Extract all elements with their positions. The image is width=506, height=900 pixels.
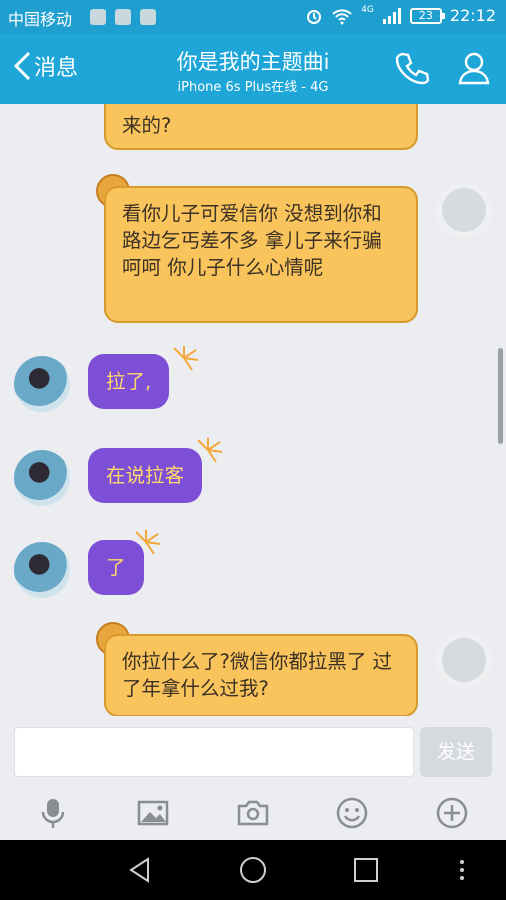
plus-icon[interactable] [435,796,469,830]
my-avatar[interactable] [436,182,492,238]
image-icon[interactable] [136,796,170,830]
send-button[interactable]: 发送 [420,727,492,777]
notification-icon [140,9,156,25]
phone-icon [395,52,430,85]
person-icon [458,52,490,85]
scrollbar[interactable] [498,348,503,444]
message-text: 拉了, [106,370,152,393]
profile-button[interactable] [456,50,492,90]
battery-indicator: 23 [409,7,445,24]
home-icon[interactable] [239,856,267,884]
signal-icon [382,7,401,24]
firework-icon [173,346,199,371]
status-right: 4G 23 22:12 [305,4,496,25]
message-text: 看你儿子可爱信你 没想到你和路边乞丐差不多 拿儿子来行骗 呵呵 你儿子什么心情呢 [122,202,382,279]
call-button[interactable] [394,50,430,90]
contact-status: iPhone 6s Plus在线 - 4G [177,80,329,95]
contact-avatar[interactable] [14,542,70,598]
message-text: 你拉什么了?微信你都拉黑了 过了年拿什么过我? [122,650,393,700]
contact-avatar[interactable] [14,450,70,506]
chat-header: 消息 你是我的主题曲i iPhone 6s Plus在线 - 4G [0,34,506,104]
menu-dots-icon[interactable] [454,856,470,884]
firework-icon [197,438,223,463]
notification-icon [115,9,131,25]
firework-icon [135,530,161,555]
incoming-message[interactable]: 在说拉客 [88,448,203,503]
composer: 发送 [0,716,506,786]
notification-icon [90,9,106,25]
system-nav-bar [0,840,506,900]
alarm-icon [307,9,322,24]
emoji-icon[interactable] [335,796,369,830]
status-bar: 中国移动 4G 23 22:12 [0,0,506,34]
back-triangle-icon[interactable] [126,856,154,884]
camera-icon[interactable] [236,796,270,830]
recents-icon[interactable] [352,856,380,884]
my-avatar[interactable] [436,632,492,688]
clock: 22:12 [449,6,496,25]
outgoing-message[interactable]: 来的? [104,104,418,150]
carrier-label: 中国移动 [8,10,73,29]
contact-avatar[interactable] [14,356,70,412]
outgoing-message[interactable]: 你拉什么了?微信你都拉黑了 过了年拿什么过我? [104,634,418,716]
message-text: 在说拉客 [106,464,185,487]
contact-name: 你是我的主题曲i [176,50,330,74]
network-label: 4G [361,4,374,15]
input-toolbar [0,786,506,840]
message-text: 来的? [122,114,172,137]
microphone-icon[interactable] [36,796,70,830]
message-list[interactable]: 来的? 看你儿子可爱信你 没想到你和路边乞丐差不多 拿儿子来行骗 呵呵 你儿子什… [0,104,506,716]
outgoing-message[interactable]: 看你儿子可爱信你 没想到你和路边乞丐差不多 拿儿子来行骗 呵呵 你儿子什么心情呢 [104,186,418,323]
message-input[interactable] [14,727,414,777]
message-text: 了 [106,556,126,579]
incoming-message[interactable]: 拉了, [88,354,170,409]
wifi-icon [332,8,352,24]
